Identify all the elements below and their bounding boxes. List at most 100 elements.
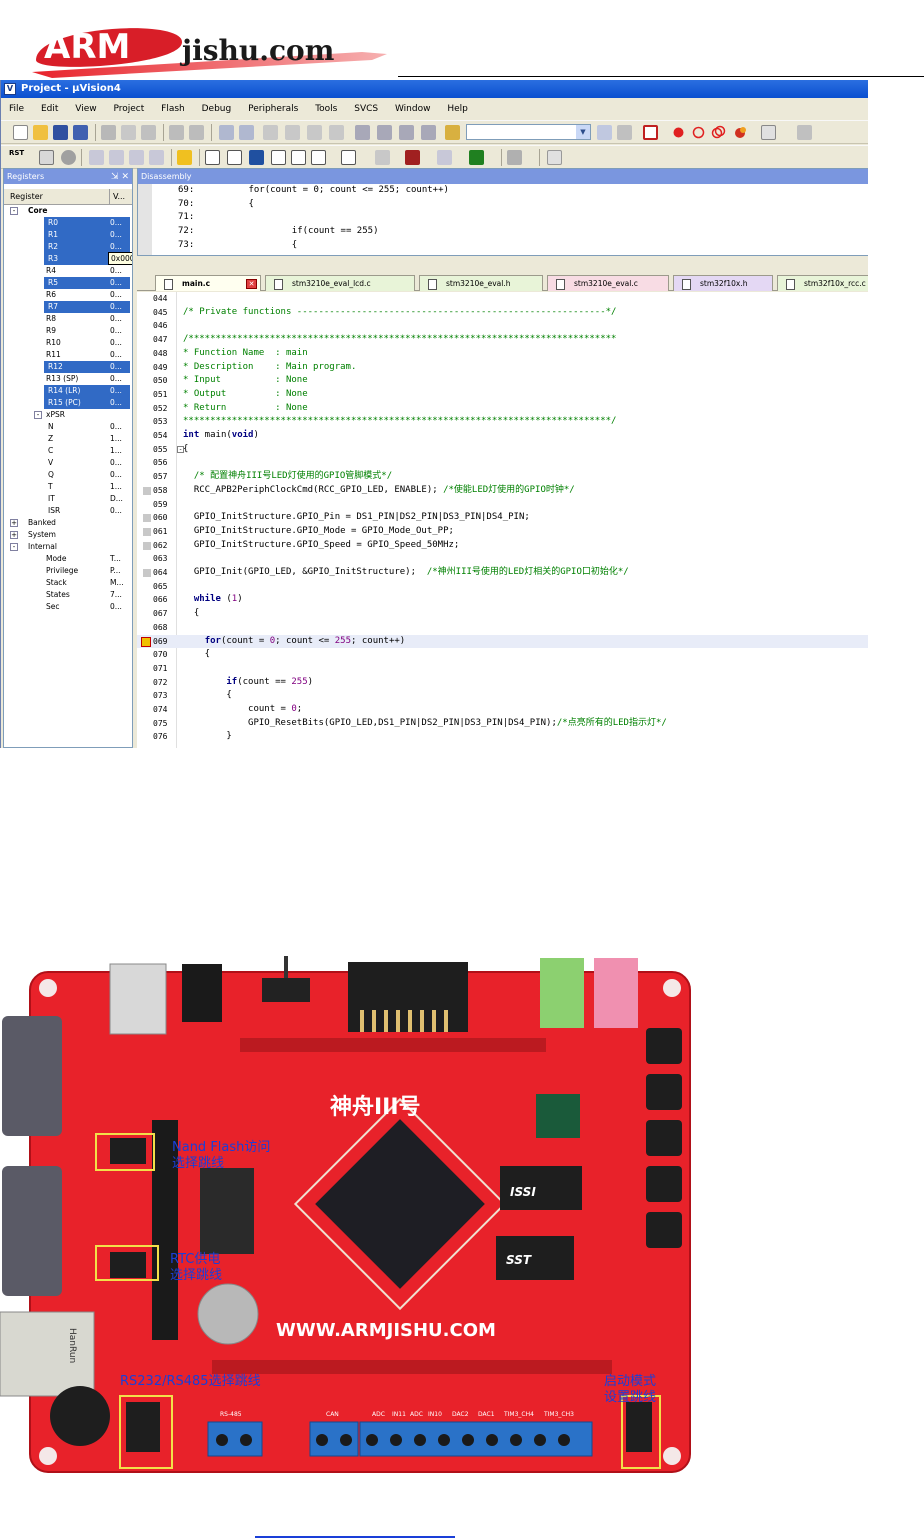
register-row[interactable]: R5 0... (4, 277, 132, 289)
tree-internal[interactable]: - Internal (4, 541, 132, 553)
code-line[interactable]: 047 /************************************… (137, 333, 868, 347)
internal-row[interactable]: Sec 0... (4, 601, 132, 613)
register-row[interactable]: R6 0... (4, 289, 132, 301)
tab-stm3210e-eval-c[interactable]: stm3210e_eval.c (547, 275, 669, 291)
code-line[interactable]: 062 GPIO_InitStructure.GPIO_Speed = GPIO… (137, 539, 868, 553)
register-value[interactable]: 0... (110, 361, 122, 373)
code-line[interactable]: 046 (137, 319, 868, 333)
menu-project[interactable]: Project (106, 100, 151, 118)
register-value[interactable]: 0... (110, 265, 122, 277)
register-row[interactable]: R10 0... (4, 337, 132, 349)
tab-stm3210e-eval-h[interactable]: stm3210e_eval.h (419, 275, 543, 291)
code-line[interactable]: 050 * Input : None (137, 374, 868, 388)
call-stack-icon[interactable] (291, 150, 306, 165)
show-next-statement-icon[interactable] (177, 150, 192, 165)
menu-file[interactable]: File (1, 100, 31, 118)
menu-tools[interactable]: Tools (308, 100, 344, 118)
flag-row[interactable]: ISR 0... (4, 505, 132, 517)
copy-icon[interactable] (121, 125, 136, 140)
menu-svcs[interactable]: SVCS (347, 100, 385, 118)
open-folder-icon[interactable] (33, 125, 48, 140)
trace-window-icon[interactable] (437, 150, 452, 165)
indent-icon[interactable] (355, 125, 370, 140)
register-row[interactable]: R12 0... (4, 361, 132, 373)
flag-value[interactable]: 1... (110, 433, 122, 445)
code-editor[interactable]: 044 045 /* Private functions -------------… (137, 292, 868, 748)
col-register[interactable]: Register (10, 189, 43, 205)
code-line[interactable]: 067 { (137, 607, 868, 621)
code-line[interactable]: 063 (137, 552, 868, 566)
code-line[interactable]: 072 if(count == 255) (137, 676, 868, 690)
flag-row[interactable]: N 0... (4, 421, 132, 433)
register-row[interactable]: R15 (PC) 0... (4, 397, 132, 409)
disassembly-window-icon[interactable] (227, 150, 242, 165)
flag-row[interactable]: Q 0... (4, 469, 132, 481)
configure-icon[interactable] (797, 125, 812, 140)
internal-value[interactable]: 7... (110, 589, 122, 601)
code-line[interactable]: 069 for(count = 0; count <= 255; count++… (137, 634, 868, 649)
tab-stm32f10x-rcc-c[interactable]: stm32f10x_rcc.c (777, 275, 868, 291)
next-bookmark-icon[interactable] (307, 125, 322, 140)
code-line[interactable]: 048 * Function Name : main (137, 347, 868, 361)
debug-window-list-icon[interactable] (547, 150, 562, 165)
window-layout-icon[interactable] (761, 125, 776, 140)
disassembly-line[interactable]: 73: { (178, 239, 297, 251)
find-icon[interactable] (597, 125, 612, 140)
code-line[interactable]: 051 * Output : None (137, 388, 868, 402)
code-line[interactable]: 057 /* 配置神舟III号LED灯使用的GPIO管脚模式*/ (137, 470, 868, 484)
flag-value[interactable]: 0... (110, 457, 122, 469)
menu-debug[interactable]: Debug (195, 100, 239, 118)
comment-icon[interactable] (399, 125, 414, 140)
code-line[interactable]: 061 GPIO_InitStructure.GPIO_Mode = GPIO_… (137, 525, 868, 539)
code-line[interactable]: 053 *************************************… (137, 415, 868, 429)
internal-value[interactable]: M... (110, 577, 124, 589)
tree-core[interactable]: - Core (4, 205, 132, 217)
run-icon[interactable] (39, 150, 54, 165)
uncomment-icon[interactable] (421, 125, 436, 140)
clear-bookmarks-icon[interactable] (329, 125, 344, 140)
find-combo[interactable]: ▼ (466, 124, 591, 140)
prev-bookmark-icon[interactable] (285, 125, 300, 140)
code-line[interactable]: 059 (137, 498, 868, 512)
code-line[interactable]: 052 * Return : None (137, 402, 868, 416)
find-in-files-icon[interactable] (445, 125, 460, 140)
register-row[interactable]: R1 0... (4, 229, 132, 241)
close-icon[interactable]: ✕ (121, 172, 129, 182)
flag-value[interactable]: 1... (110, 445, 122, 457)
flag-row[interactable]: V 0... (4, 457, 132, 469)
code-line[interactable]: 075 GPIO_ResetBits(GPIO_LED,DS1_PIN|DS2_… (137, 717, 868, 731)
save-icon[interactable] (53, 125, 68, 140)
col-value[interactable]: V... (109, 189, 125, 205)
insert-breakpoint-icon[interactable] (671, 125, 686, 140)
register-row[interactable]: R14 (LR) 0... (4, 385, 132, 397)
register-row[interactable]: R11 0... (4, 349, 132, 361)
register-value[interactable]: 0... (110, 397, 122, 409)
disable-breakpoint-icon[interactable] (691, 125, 706, 140)
system-viewer-icon[interactable] (469, 150, 484, 165)
save-all-icon[interactable] (73, 125, 88, 140)
cut-icon[interactable] (101, 125, 116, 140)
register-value[interactable]: 0... (110, 277, 122, 289)
tab-stm3210e-eval-lcd-c[interactable]: stm3210e_eval_lcd.c (265, 275, 415, 291)
memory-window-icon[interactable] (341, 150, 356, 165)
code-line[interactable]: 064 GPIO_Init(GPIO_LED, &GPIO_InitStruct… (137, 566, 868, 580)
analysis-window-icon[interactable] (405, 150, 420, 165)
register-value[interactable]: 0... (110, 349, 122, 361)
register-row[interactable]: R9 0... (4, 325, 132, 337)
command-window-icon[interactable] (205, 150, 220, 165)
collapse-icon[interactable]: - (34, 411, 42, 419)
code-line[interactable]: 045 /* Private functions ----------------… (137, 306, 868, 320)
undo-icon[interactable] (169, 125, 184, 140)
code-line[interactable]: 060 GPIO_InitStructure.GPIO_Pin = DS1_PI… (137, 511, 868, 525)
nav-back-icon[interactable] (219, 125, 234, 140)
step-into-icon[interactable] (89, 150, 104, 165)
disassembly-line[interactable]: 69: for(count = 0; count <= 255; count++… (178, 184, 449, 196)
flag-row[interactable]: IT D... (4, 493, 132, 505)
toolbox-icon[interactable] (507, 150, 522, 165)
flag-value[interactable]: 1... (110, 481, 122, 493)
tab-stm32f10x-h[interactable]: stm32f10x.h (673, 275, 773, 291)
register-value[interactable]: 0... (110, 229, 122, 241)
register-value[interactable]: 0... (110, 313, 122, 325)
registers-window-icon[interactable] (271, 150, 286, 165)
reset-cpu-button[interactable]: RST (9, 149, 24, 157)
